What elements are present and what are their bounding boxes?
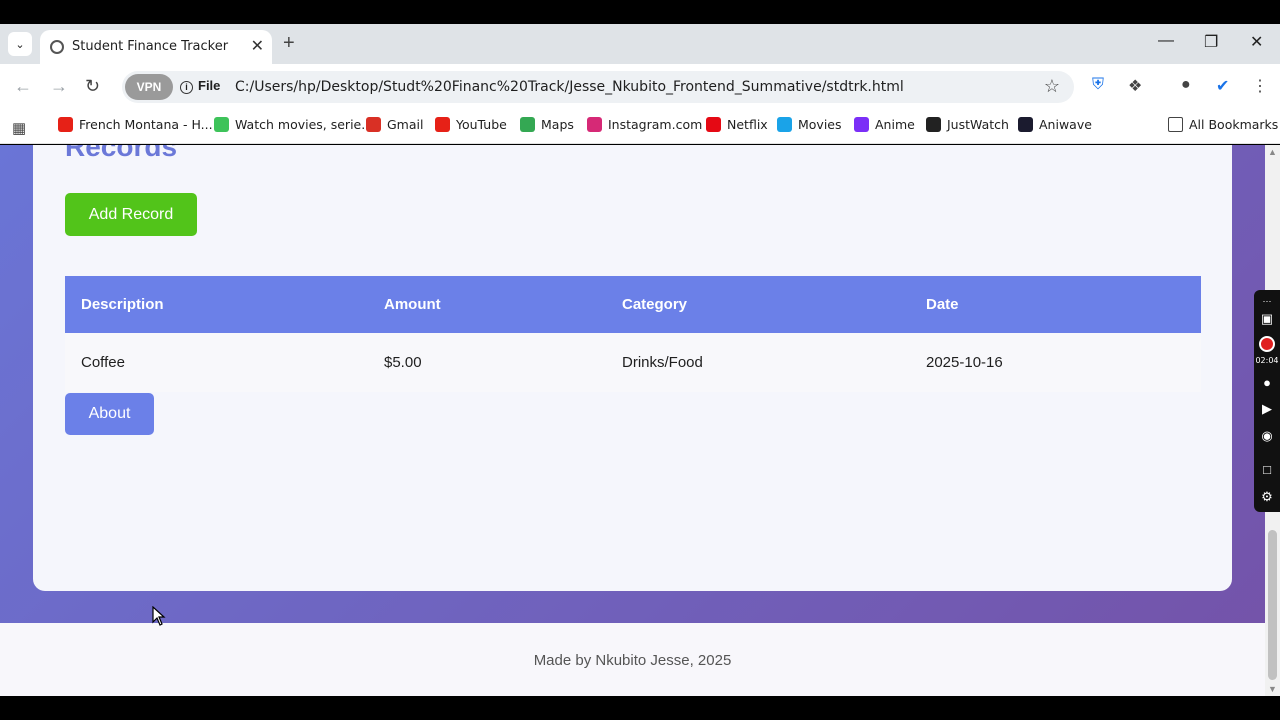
bookmark-label: Netflix [727, 117, 768, 132]
tab-title: Student Finance Tracker [72, 39, 229, 54]
close-window-icon[interactable]: ✕ [1250, 32, 1263, 52]
anime-icon [854, 117, 869, 132]
records-card: Records Add Record Description Amount Ca… [33, 145, 1232, 591]
header-amount: Amount [368, 276, 606, 333]
bookmark-label: Aniwave [1039, 117, 1092, 132]
cell-date: 2025-10-16 [910, 333, 1201, 392]
tab-strip: ⌄ Student Finance Tracker ✕ + — ❐ ✕ [0, 24, 1280, 64]
gmail-icon [366, 117, 381, 132]
footer-text: Made by Nkubito Jesse, 2025 [533, 652, 732, 669]
bookmark-star-icon[interactable]: ☆ [1044, 76, 1060, 97]
bookmark-item[interactable]: Movies [777, 117, 842, 132]
bookmark-item[interactable]: Gmail [366, 117, 423, 132]
new-tab-icon[interactable]: + [283, 32, 295, 55]
bookmark-item[interactable]: Anime [854, 117, 915, 132]
screen-recorder-panel: ⋯ ▣ 02:04 ● ▶ ◉ □ ⚙ [1254, 290, 1280, 512]
table-row: Coffee $5.00 Drinks/Food 2025-10-16 [65, 333, 1201, 392]
bookmark-item[interactable]: YouTube [435, 117, 507, 132]
folder-icon [1168, 117, 1183, 132]
cell-amount: $5.00 [368, 333, 606, 392]
table-header-row: Description Amount Category Date [65, 276, 1201, 333]
camera-icon[interactable]: ▣ [1258, 310, 1276, 328]
aniwave-icon [1018, 117, 1033, 132]
reload-icon[interactable]: ↻ [85, 76, 100, 97]
shield-extension-icon[interactable]: ⛨ [1092, 76, 1104, 94]
add-record-button[interactable]: Add Record [65, 193, 197, 236]
bookmark-label: Maps [541, 117, 574, 132]
footer: Made by Nkubito Jesse, 2025 [0, 623, 1265, 696]
maps-icon [520, 117, 535, 132]
justwatch-icon [926, 117, 941, 132]
site-info-chip[interactable]: i File [180, 78, 220, 94]
close-tab-icon[interactable]: ✕ [251, 36, 264, 56]
window-icon[interactable]: □ [1258, 461, 1276, 479]
bookmark-label: Anime [875, 117, 915, 132]
page-viewport: Records Add Record Description Amount Ca… [0, 145, 1265, 696]
movies-icon [777, 117, 792, 132]
back-icon[interactable]: ← [14, 76, 32, 97]
play-icon [214, 117, 229, 132]
mouse-cursor-icon [152, 606, 166, 626]
screen-bottom-bar [0, 696, 1280, 720]
page-title: Records [65, 145, 178, 162]
extensions-puzzle-icon[interactable]: ❖ [1128, 76, 1142, 96]
scroll-thumb[interactable] [1268, 530, 1277, 680]
bookmark-label: French Montana - H... [79, 117, 213, 132]
url-text[interactable]: C:/Users/hp/Desktop/Studt%20Financ%20Tra… [235, 79, 904, 95]
microphone-icon[interactable]: ● [1258, 374, 1276, 392]
bookmark-item[interactable]: Netflix [706, 117, 768, 132]
bookmarks-bar: ▦ French Montana - H... Watch movies, ser… [0, 110, 1280, 144]
minimize-icon[interactable]: — [1158, 32, 1174, 50]
header-description: Description [65, 276, 368, 333]
file-label: File [198, 78, 221, 93]
globe-icon [50, 40, 64, 54]
all-bookmarks[interactable]: All Bookmarks [1168, 117, 1278, 132]
recorder-link-icon[interactable]: ⋯ [1258, 292, 1276, 310]
restore-icon[interactable]: ❐ [1204, 32, 1218, 52]
records-table: Description Amount Category Date Coffee … [65, 276, 1201, 392]
bookmark-item[interactable]: Maps [520, 117, 574, 132]
header-category: Category [606, 276, 910, 333]
speaker-icon[interactable]: ▶ [1258, 400, 1276, 418]
info-icon: i [180, 81, 193, 94]
webcam-icon[interactable]: ◉ [1258, 427, 1276, 445]
screen-top-bar [0, 0, 1280, 24]
tab-search-chevron-icon[interactable]: ⌄ [8, 32, 32, 56]
about-button[interactable]: About [65, 393, 154, 435]
bookmark-label: Watch movies, serie... [235, 117, 374, 132]
forward-icon[interactable]: → [50, 76, 68, 97]
address-bar[interactable]: VPN i File C:/Users/hp/Desktop/Studt%20Fi… [122, 71, 1074, 103]
youtube-icon [435, 117, 450, 132]
bookmark-label: Gmail [387, 117, 424, 132]
cell-description: Coffee [65, 333, 368, 392]
all-bookmarks-label: All Bookmarks [1189, 117, 1279, 132]
bookmark-item[interactable]: Aniwave [1018, 117, 1092, 132]
profile-icon[interactable]: ● [1181, 76, 1191, 94]
bookmark-item[interactable]: JustWatch [926, 117, 1009, 132]
recording-time: 02:04 [1255, 356, 1279, 365]
bookmark-item[interactable]: French Montana - H... [58, 117, 213, 132]
record-icon[interactable] [1259, 336, 1275, 352]
instagram-icon [587, 117, 602, 132]
bookmark-label: YouTube [456, 117, 507, 132]
scroll-down-arrow-icon[interactable]: ▼ [1268, 684, 1277, 694]
browser-toolbar: ← → ↻ VPN i File C:/Users/hp/Desktop/Stud… [0, 64, 1280, 110]
bookmark-label: JustWatch [947, 117, 1009, 132]
scroll-up-arrow-icon[interactable]: ▲ [1268, 147, 1277, 157]
apps-grid-icon[interactable]: ▦ [12, 119, 26, 137]
bookmark-item[interactable]: Watch movies, serie... [214, 117, 373, 132]
bookmark-label: Instagram.com [608, 117, 703, 132]
netflix-icon [706, 117, 721, 132]
tab-active[interactable]: Student Finance Tracker ✕ [40, 30, 272, 64]
youtube-icon [58, 117, 73, 132]
menu-kebab-icon[interactable]: ⋮ [1252, 76, 1268, 96]
bookmark-item[interactable]: Instagram.com [587, 117, 702, 132]
bookmark-label: Movies [798, 117, 842, 132]
cell-category: Drinks/Food [606, 333, 910, 392]
header-date: Date [910, 276, 1201, 333]
security-extension-icon[interactable]: ✔ [1216, 76, 1229, 96]
vpn-badge[interactable]: VPN [125, 74, 173, 100]
settings-gear-icon[interactable]: ⚙ [1258, 488, 1276, 506]
